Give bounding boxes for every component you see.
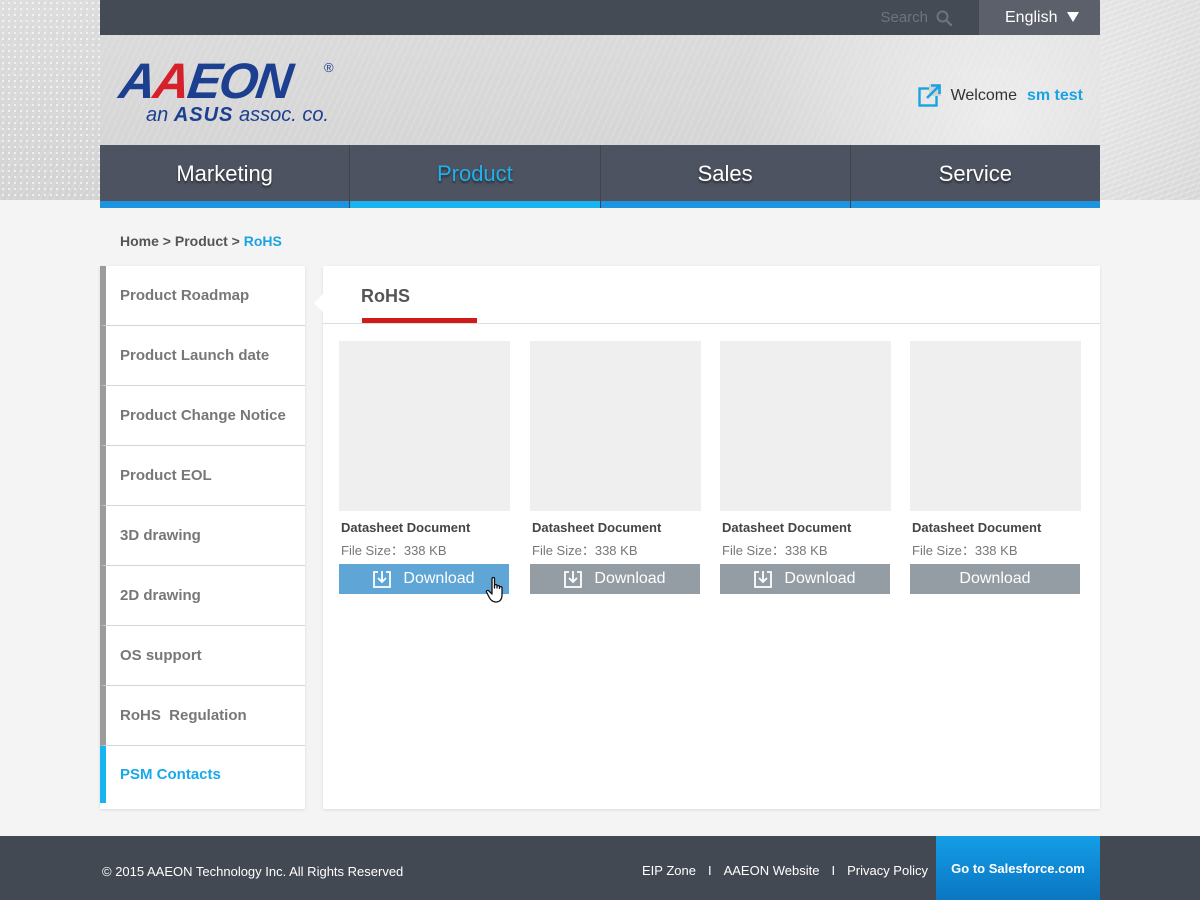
footer: © 2015 AAEON Technology Inc. All Rights …: [0, 836, 1200, 900]
document-thumbnail[interactable]: [910, 341, 1081, 511]
document-file-size: File Size：338 KB: [722, 543, 828, 558]
download-button[interactable]: Download: [910, 564, 1080, 594]
breadcrumb-current: RoHS: [243, 233, 282, 249]
user-name[interactable]: sm test: [1027, 87, 1083, 105]
logo-wordmark: AAEON: [116, 53, 295, 109]
sidebar-item-product-launch-date[interactable]: Product Launch date: [100, 326, 305, 386]
download-label: Download: [403, 570, 475, 587]
divider: [323, 323, 1100, 324]
logo-registered-mark: ®: [324, 60, 334, 75]
document-title: Datasheet Document: [532, 520, 662, 535]
document-card: Datasheet Document File Size：338 KB Down…: [530, 341, 701, 594]
language-label: English: [1005, 8, 1058, 26]
salesforce-button[interactable]: Go to Salesforce.com: [936, 836, 1100, 900]
document-thumbnail[interactable]: [530, 341, 701, 511]
nav-item-sales[interactable]: Sales: [600, 145, 851, 208]
language-select[interactable]: English: [979, 0, 1100, 35]
download-icon: [373, 571, 392, 588]
sidebar-item-psm-contacts[interactable]: PSM Contacts: [100, 746, 305, 803]
document-card: Datasheet Document File Size：338 KB Down…: [339, 341, 510, 603]
footer-link-separator: I: [707, 863, 712, 878]
document-file-size: File Size：338 KB: [341, 543, 447, 558]
download-label: Download: [594, 570, 666, 587]
download-icon: [564, 571, 583, 588]
download-button[interactable]: Download: [339, 564, 509, 603]
document-card: Datasheet Document File Size：338 KB Down…: [720, 341, 891, 594]
top-bar: Search English: [100, 0, 1100, 35]
sidebar-item-rohs-regulation[interactable]: RoHS Regulation: [100, 686, 305, 746]
content-panel: RoHS Datasheet Document File Size：338 KB…: [314, 266, 1100, 809]
breadcrumb-product[interactable]: Product: [175, 233, 228, 249]
breadcrumb-home[interactable]: Home: [120, 233, 159, 249]
download-button[interactable]: Download: [530, 564, 700, 594]
footer-link-eip-zone[interactable]: EIP Zone: [642, 863, 696, 878]
footer-link-separator: I: [831, 863, 836, 878]
sidebar-item-product-change-notice[interactable]: Product Change Notice: [100, 386, 305, 446]
download-label: Download: [959, 570, 1031, 587]
sidebar-item-3d-drawing[interactable]: 3D drawing: [100, 506, 305, 566]
breadcrumb-separator: >: [231, 233, 240, 249]
document-file-size: File Size：338 KB: [912, 543, 1018, 558]
search-label: Search: [880, 9, 928, 26]
document-title: Datasheet Document: [912, 520, 1042, 535]
tab-rohs[interactable]: RoHS: [361, 286, 410, 307]
search-control[interactable]: Search: [880, 9, 952, 26]
sidebar-item-product-eol[interactable]: Product EOL: [100, 446, 305, 506]
sidebar-item-product-roadmap[interactable]: Product Roadmap: [100, 266, 305, 326]
panel-pointer: [314, 294, 323, 312]
external-link-icon[interactable]: [917, 84, 941, 107]
footer-link-privacy-policy[interactable]: Privacy Policy: [847, 863, 928, 878]
download-label: Download: [784, 570, 856, 587]
welcome-area: Welcome sm test: [917, 84, 1083, 107]
document-thumbnail[interactable]: [720, 341, 891, 511]
footer-link-aaeon-website[interactable]: AAEON Website: [724, 863, 820, 878]
nav-item-marketing[interactable]: Marketing: [100, 145, 351, 208]
chevron-down-icon: [1067, 12, 1079, 22]
document-title: Datasheet Document: [341, 520, 471, 535]
document-thumbnail[interactable]: [339, 341, 510, 511]
nav-item-product[interactable]: Product: [350, 145, 601, 208]
aaeon-logo[interactable]: AAEON ® an ASUS assoc. co.: [116, 53, 340, 130]
sidebar: Product Roadmap Product Launch date Prod…: [100, 266, 305, 809]
hand-cursor-icon: [485, 576, 503, 603]
download-button[interactable]: Download: [720, 564, 890, 594]
document-file-size: File Size：338 KB: [532, 543, 638, 558]
nav-item-service[interactable]: Service: [850, 145, 1101, 208]
download-icon: [754, 571, 773, 588]
copyright-text: © 2015 AAEON Technology Inc. All Rights …: [102, 864, 404, 879]
search-icon[interactable]: [936, 10, 952, 26]
document-card: Datasheet Document File Size：338 KB Down…: [910, 341, 1081, 594]
document-title: Datasheet Document: [722, 520, 852, 535]
welcome-label: Welcome: [950, 86, 1017, 104]
sidebar-item-os-support[interactable]: OS support: [100, 626, 305, 686]
footer-links: EIP Zone I AAEON Website I Privacy Polic…: [642, 863, 928, 878]
breadcrumb-separator: >: [162, 233, 171, 249]
main-nav: Marketing Product Sales Service: [100, 145, 1101, 208]
breadcrumb: Home > Product > RoHS: [120, 233, 282, 249]
sidebar-item-2d-drawing[interactable]: 2D drawing: [100, 566, 305, 626]
